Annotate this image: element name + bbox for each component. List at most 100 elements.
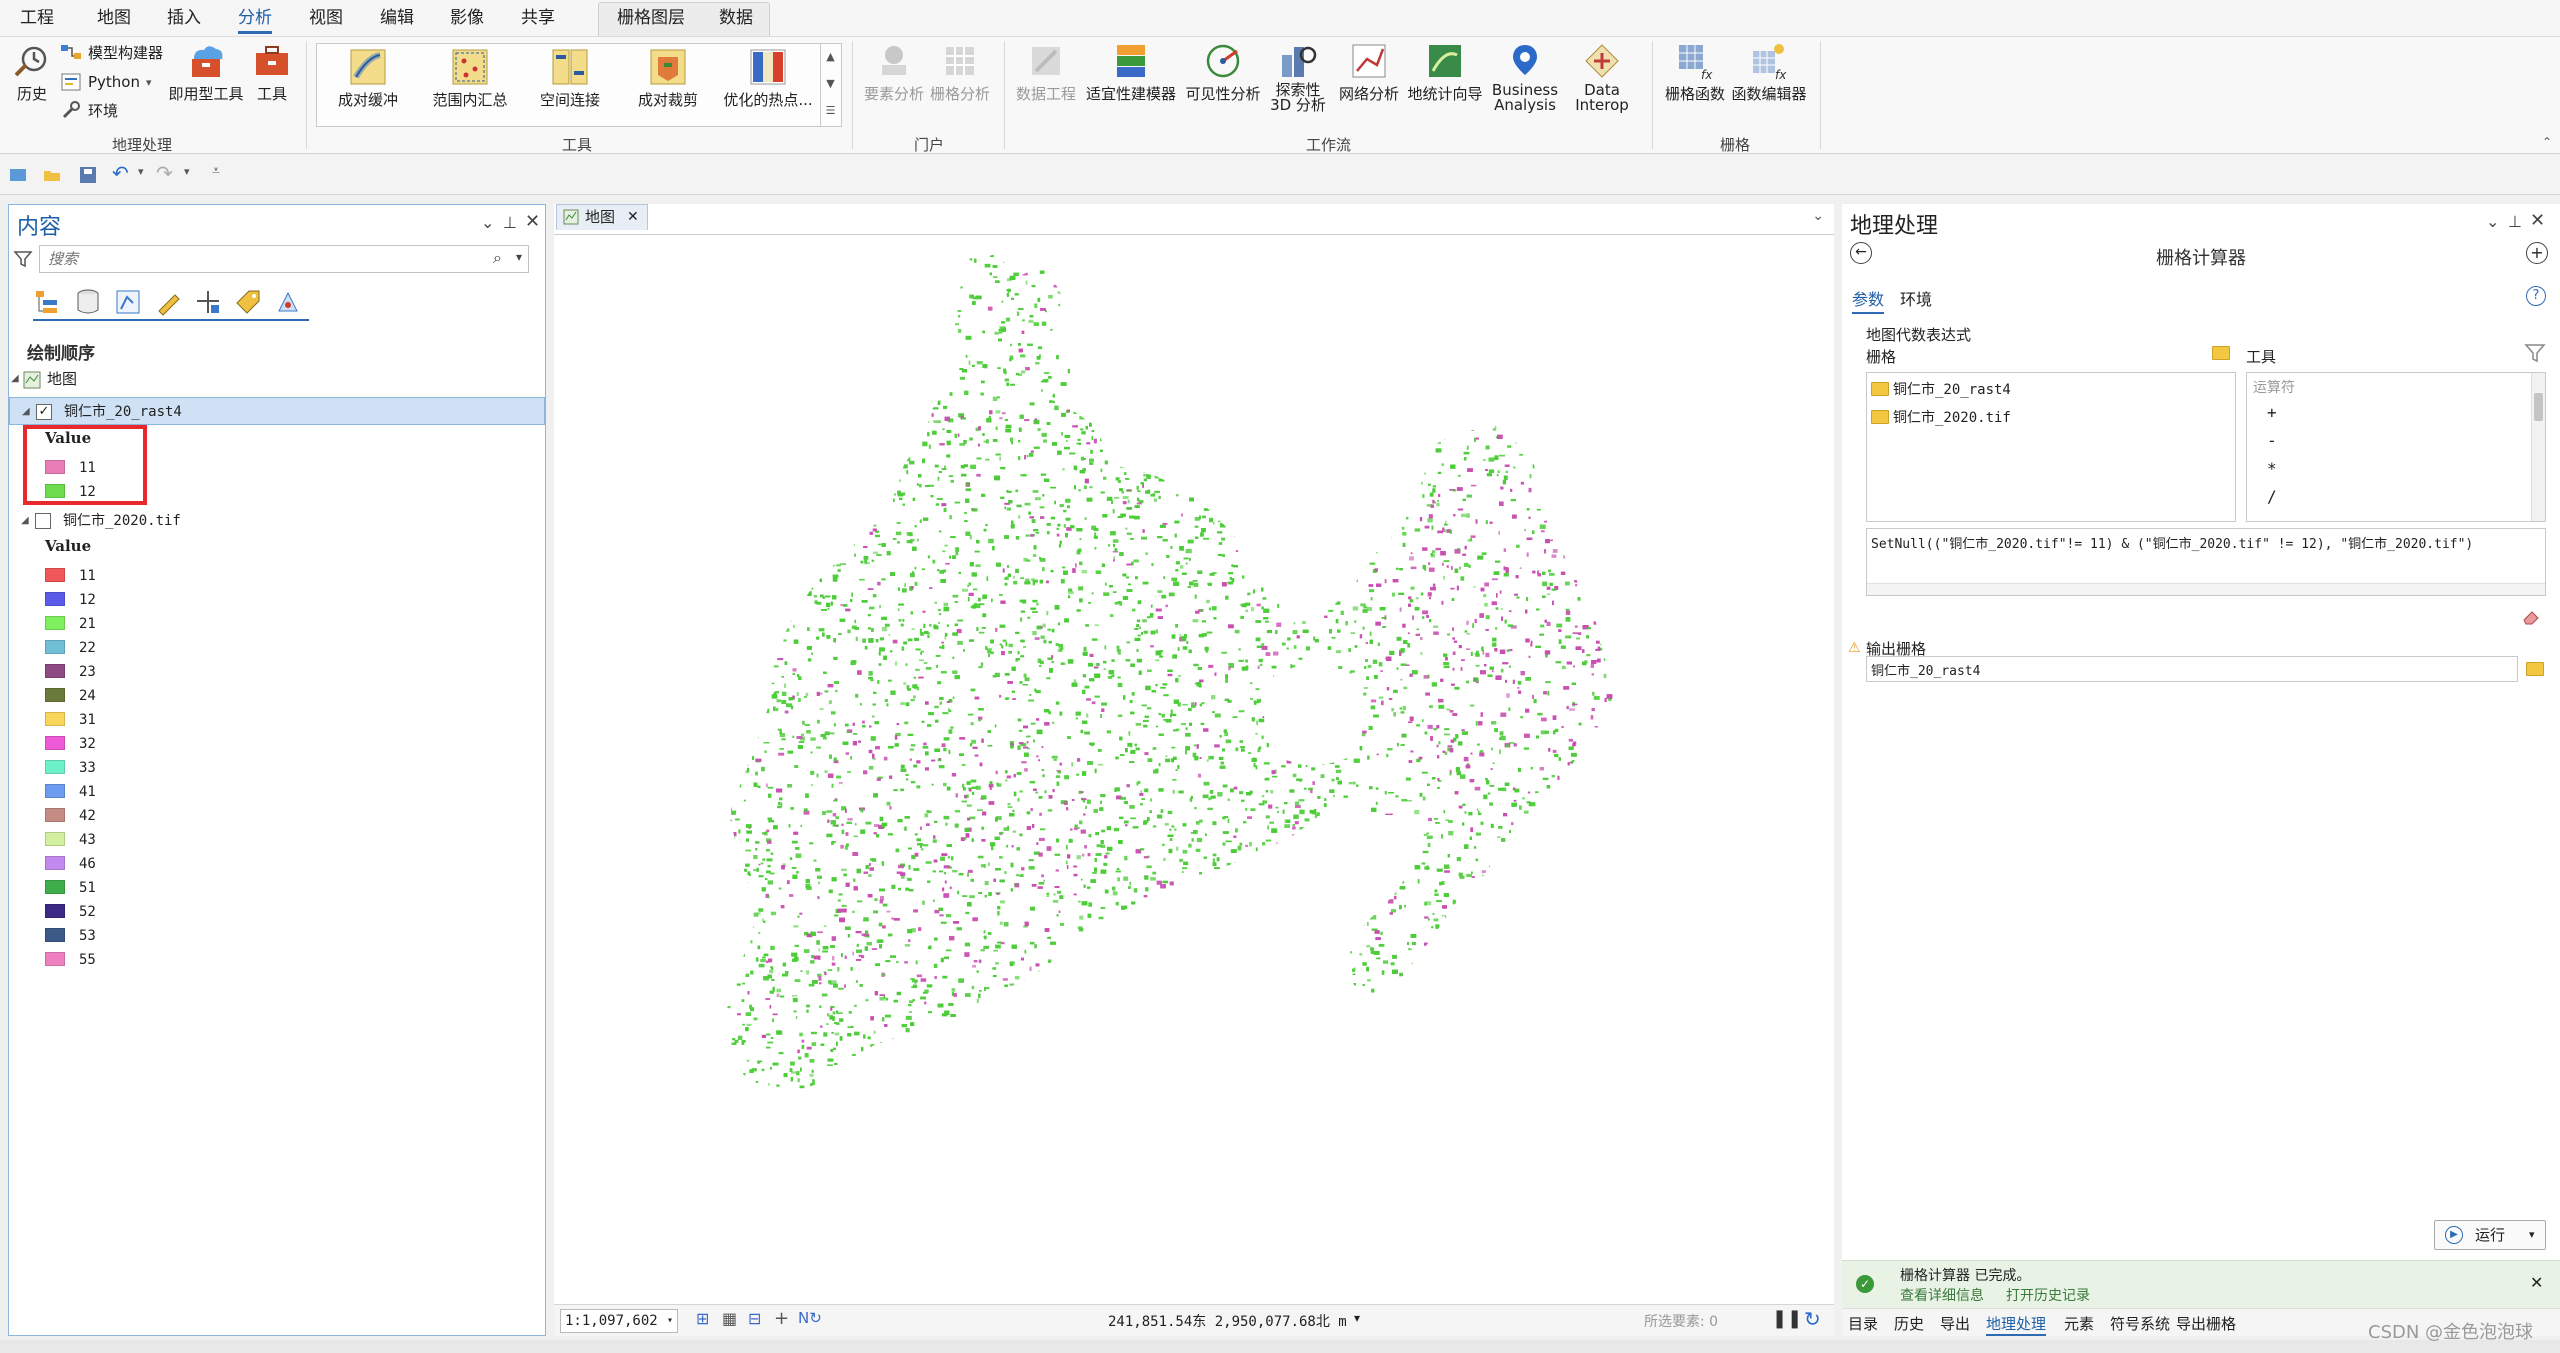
new-project-icon[interactable] — [8, 165, 28, 185]
list-by-selection-icon[interactable] — [113, 287, 143, 317]
model-builder-button[interactable]: 模型构建器 — [60, 41, 163, 63]
raster-pixel — [855, 312, 859, 315]
legend-item[interactable]: 55 — [45, 949, 96, 973]
legend-item[interactable]: 42 — [45, 805, 96, 829]
legend-item[interactable]: 21 — [45, 613, 96, 637]
open-project-icon[interactable] — [42, 165, 62, 185]
python-button[interactable]: Python ▾ — [60, 71, 152, 93]
pairwise-buffer-button[interactable]: 成对缓冲 — [326, 47, 410, 110]
raster-pixel — [1129, 1034, 1133, 1038]
layer-visibility-checkbox[interactable]: ✓ — [36, 404, 52, 420]
function-editor-button[interactable]: fx 函数编辑器 — [1730, 41, 1808, 104]
close-icon[interactable]: ✕ — [525, 211, 540, 232]
tools-button[interactable]: 工具 — [250, 41, 294, 104]
undo-dropdown-icon[interactable]: ▾ — [138, 165, 144, 178]
map-tree-node[interactable]: ◢ 地图 — [9, 365, 545, 393]
expand-icon[interactable]: ◢ — [21, 507, 29, 535]
map-canvas[interactable] — [554, 234, 1834, 1304]
geostatistical-wizard-button[interactable]: 地统计向导 — [1406, 41, 1484, 104]
layer-visibility-checkbox[interactable] — [35, 513, 51, 529]
filter-icon[interactable] — [13, 249, 33, 269]
raster-pixel — [729, 976, 735, 981]
tab-view[interactable]: 视图 — [309, 6, 343, 34]
legend-item[interactable]: 24 — [45, 685, 96, 709]
pane-options-icon[interactable]: ⌄ — [481, 213, 494, 232]
summarize-within-button[interactable]: 范围内汇总 — [428, 47, 512, 110]
raster-pixel — [1302, 441, 1307, 445]
pairwise-clip-button[interactable]: 成对裁剪 — [626, 47, 710, 110]
optimized-hot-spot-button[interactable]: 优化的热点... — [718, 47, 818, 110]
redo-dropdown-icon[interactable]: ▾ — [184, 165, 190, 178]
raster-functions-button[interactable]: fx 栅格函数 — [1662, 41, 1728, 104]
legend-item[interactable]: 52 — [45, 901, 96, 925]
legend-item[interactable]: 11 — [45, 457, 96, 481]
legend-item[interactable]: 33 — [45, 757, 96, 781]
tab-list-dropdown-icon[interactable]: ⌄ — [1812, 208, 1824, 224]
list-by-labeling-icon[interactable] — [233, 287, 263, 317]
legend-item[interactable]: 23 — [45, 661, 96, 685]
raster-pixel — [1316, 883, 1319, 887]
raster-analysis-button[interactable]: 栅格分析 — [928, 41, 992, 104]
gallery-scroll-controls[interactable]: ▲ ▼ ☰ — [820, 43, 840, 127]
legend-item[interactable]: 53 — [45, 925, 96, 949]
save-icon[interactable] — [78, 165, 98, 185]
raster-pixel — [803, 276, 808, 279]
layer-row-rast4[interactable]: ◢ ✓ 铜仁市_20_rast4 — [9, 397, 545, 425]
legend-item[interactable]: 43 — [45, 829, 96, 853]
legend-item[interactable]: 11 — [45, 565, 96, 589]
legend-item[interactable]: 12 — [45, 481, 96, 505]
data-interop-button[interactable]: Data Interop — [1566, 41, 1638, 113]
search-input[interactable] — [40, 246, 480, 272]
tab-raster-layer[interactable]: 栅格图层 — [617, 6, 685, 34]
tab-analysis[interactable]: 分析 — [238, 6, 272, 34]
history-button[interactable]: 历史 — [10, 41, 54, 104]
list-by-drawing-order-icon[interactable] — [33, 287, 63, 317]
raster-pixel — [739, 921, 746, 924]
legend-item[interactable]: 22 — [45, 637, 96, 661]
undo-icon[interactable]: ↶ — [112, 161, 129, 185]
legend-item[interactable]: 31 — [45, 709, 96, 733]
spatial-join-button[interactable]: 空间连接 — [528, 47, 612, 110]
collapse-ribbon-icon[interactable]: ⌃ — [2542, 135, 2552, 149]
search-icon[interactable]: ⌕ — [493, 248, 502, 268]
list-by-source-icon[interactable] — [73, 287, 103, 317]
exploratory-3d-analysis-button[interactable]: 探索性 3D 分析 — [1266, 41, 1330, 113]
search-field[interactable]: ⌕ ▾ — [39, 245, 529, 273]
feature-analysis-button[interactable]: 要素分析 — [862, 41, 926, 104]
ready-to-use-tools-button[interactable]: 即用型工具 — [168, 41, 244, 104]
legend-item[interactable]: 32 — [45, 733, 96, 757]
map-document-tab[interactable]: 地图 ✕ — [556, 204, 648, 230]
tab-project[interactable]: 工程 — [20, 6, 54, 34]
tab-data[interactable]: 数据 — [719, 6, 753, 34]
legend-item[interactable]: 46 — [45, 853, 96, 877]
tab-insert[interactable]: 插入 — [167, 6, 201, 34]
close-tab-icon[interactable]: ✕ — [627, 205, 639, 229]
list-by-snapping-icon[interactable] — [193, 287, 223, 317]
raster-pixel — [1058, 1061, 1064, 1064]
legend-item[interactable]: 51 — [45, 877, 96, 901]
list-by-perspective-icon[interactable] — [273, 287, 303, 317]
raster-pixel — [1328, 545, 1335, 549]
redo-icon[interactable]: ↷ — [156, 161, 173, 185]
raster-pixel — [1059, 1091, 1062, 1094]
pin-icon[interactable]: ⊥ — [503, 213, 517, 232]
list-by-editing-icon[interactable] — [153, 287, 183, 317]
tab-map[interactable]: 地图 — [97, 6, 131, 34]
legend-item[interactable]: 41 — [45, 781, 96, 805]
expand-icon[interactable]: ◢ — [11, 365, 19, 393]
legend-item[interactable]: 12 — [45, 589, 96, 613]
layer-row-2020-tif[interactable]: ◢ 铜仁市_2020.tif — [9, 507, 545, 535]
expand-icon[interactable]: ◢ — [22, 398, 30, 426]
tab-share[interactable]: 共享 — [521, 6, 555, 34]
visibility-analysis-button[interactable]: 可见性分析 — [1184, 41, 1262, 104]
raster-pixel — [1326, 702, 1331, 706]
suitability-modeler-button[interactable]: 适宜性建模器 — [1084, 41, 1178, 104]
tab-imagery[interactable]: 影像 — [450, 6, 484, 34]
business-analysis-button[interactable]: Business Analysis — [1486, 41, 1564, 113]
customize-qat-icon[interactable]: ⩡ — [212, 163, 220, 179]
network-analysis-button[interactable]: 网络分析 — [1336, 41, 1402, 104]
environments-button[interactable]: 环境 — [60, 99, 118, 121]
search-dropdown-icon[interactable]: ▾ — [516, 250, 522, 264]
data-engineering-button[interactable]: 数据工程 — [1014, 41, 1078, 104]
tab-edit[interactable]: 编辑 — [380, 6, 414, 34]
